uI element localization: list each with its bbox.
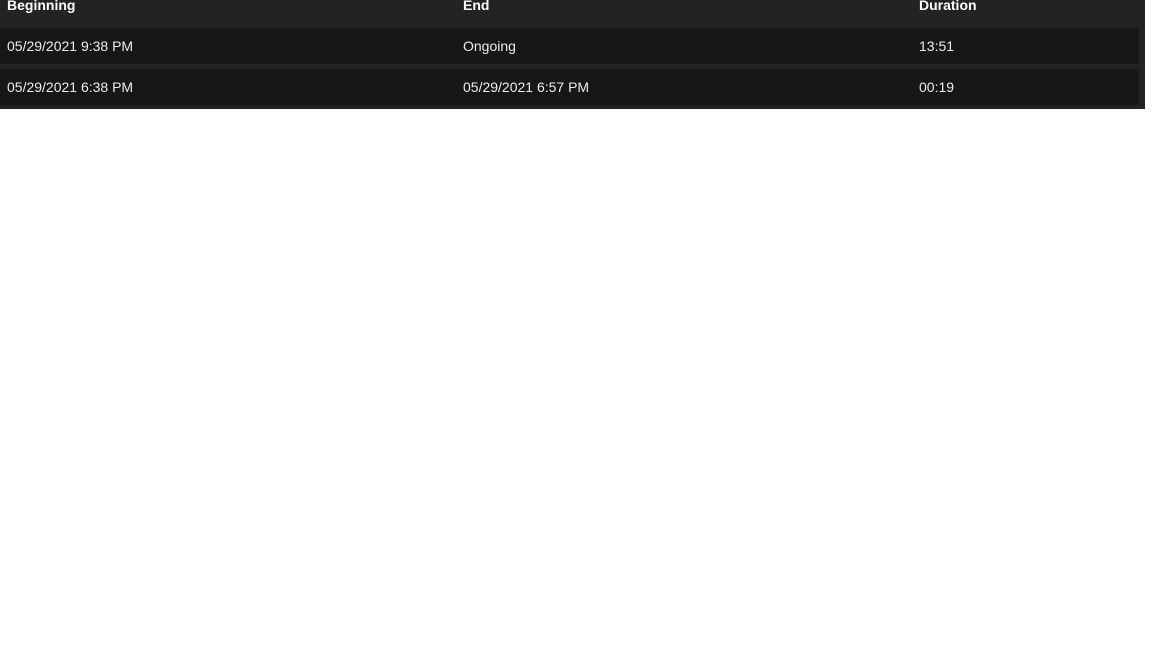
cell-end: 05/29/2021 6:57 PM bbox=[463, 79, 590, 95]
cell-beginning: 05/29/2021 9:38 PM bbox=[7, 38, 134, 54]
table-header: Beginning End Duration bbox=[0, 0, 1145, 26]
table-row[interactable]: 05/29/2021 6:38 PM 05/29/2021 6:57 PM 00… bbox=[0, 69, 1139, 105]
sessions-table: Beginning End Duration 05/29/2021 9:38 P… bbox=[0, 0, 1145, 109]
table-row[interactable]: 05/29/2021 9:38 PM Ongoing 13:51 bbox=[0, 28, 1139, 64]
column-header-beginning[interactable]: Beginning bbox=[7, 0, 75, 13]
cell-beginning: 05/29/2021 6:38 PM bbox=[7, 79, 134, 95]
cell-duration: 13:51 bbox=[919, 38, 955, 54]
column-header-end[interactable]: End bbox=[463, 0, 489, 13]
column-header-duration[interactable]: Duration bbox=[919, 0, 977, 13]
cell-duration: 00:19 bbox=[919, 79, 955, 95]
cell-end: Ongoing bbox=[463, 38, 516, 54]
